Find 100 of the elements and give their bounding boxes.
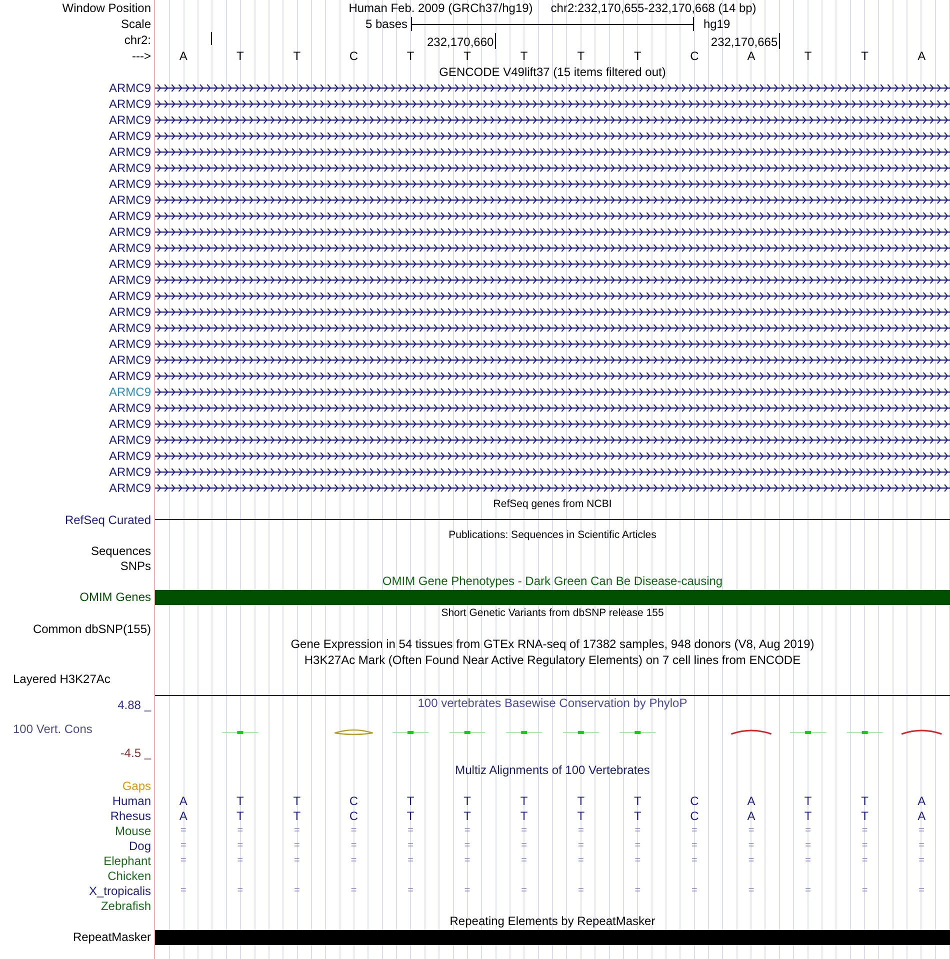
alignment-base: T — [861, 808, 868, 822]
alignment-base: = — [805, 854, 811, 868]
gene-label[interactable]: ARMC9 — [108, 385, 151, 399]
gene-label[interactable]: ARMC9 — [108, 209, 151, 223]
gene-label[interactable]: ARMC9 — [108, 193, 151, 207]
alignment-base: = — [350, 838, 357, 852]
gene-label[interactable]: ARMC9 — [108, 177, 151, 191]
base-letter: A — [179, 49, 188, 63]
alignment-base: T — [577, 808, 585, 822]
base-letter: T — [293, 49, 301, 63]
row-label: Scale — [120, 17, 151, 31]
alignment-base: T — [406, 808, 414, 822]
species-label[interactable]: Elephant — [104, 854, 151, 868]
gene-label[interactable]: ARMC9 — [108, 81, 151, 95]
alignment-base: = — [408, 824, 414, 838]
gene-label[interactable]: ARMC9 — [108, 161, 151, 175]
species-label[interactable]: X_tropicalis — [88, 884, 151, 898]
alignment-base: = — [521, 838, 528, 852]
gene-label[interactable]: ARMC9 — [108, 417, 151, 431]
alignment-base: = — [578, 854, 584, 868]
alignment-base: = — [464, 824, 470, 838]
track-title: Short Genetic Variants from dbSNP release 155 — [441, 606, 664, 620]
track-label[interactable]: Sequences — [90, 544, 151, 558]
alignment-base: A — [747, 794, 756, 808]
alignment-base: = — [237, 824, 244, 838]
species-label[interactable]: Chicken — [108, 868, 151, 882]
species-label[interactable]: Zebrafish — [100, 898, 151, 912]
alignment-base: A — [179, 808, 188, 822]
alignment-base: = — [464, 838, 470, 852]
alignment-base: T — [861, 794, 868, 808]
species-label[interactable]: Human — [112, 794, 151, 808]
alignment-base: = — [918, 854, 925, 868]
alignment-base: = — [408, 854, 414, 868]
track-label[interactable]: OMIM Genes — [80, 590, 151, 604]
gene-label[interactable]: ARMC9 — [108, 305, 151, 319]
species-label[interactable]: Mouse — [114, 824, 151, 838]
base-letter: A — [918, 49, 926, 63]
gene-label[interactable]: ARMC9 — [108, 481, 151, 495]
gene-label[interactable]: ARMC9 — [108, 353, 151, 367]
alignment-base: = — [634, 838, 641, 852]
alignment-base: = — [805, 838, 811, 852]
gene-label[interactable]: ARMC9 — [108, 113, 151, 127]
gene-label[interactable]: ARMC9 — [108, 433, 151, 447]
alignment-base: T — [577, 794, 585, 808]
alignment-base: T — [236, 808, 244, 822]
track-label[interactable]: Common dbSNP(155) — [32, 622, 151, 636]
tick-mark — [210, 32, 212, 45]
gene-label[interactable]: ARMC9 — [108, 337, 151, 351]
track-title: Publications: Sequences in Scientific Articles — [448, 528, 656, 542]
position-tick: 232,170,660 — [426, 33, 496, 49]
position-tick: 232,170,665 — [710, 33, 780, 49]
alignment-base: A — [918, 808, 926, 822]
track-label[interactable]: Layered H3K27Ac — [13, 672, 110, 686]
alignment-base: = — [805, 884, 811, 898]
alignment-base: A — [747, 808, 756, 822]
alignment-base: = — [180, 838, 186, 852]
gene-label[interactable]: ARMC9 — [108, 145, 151, 159]
alignment-base: C — [690, 808, 699, 822]
alignment-base: = — [748, 854, 754, 868]
track-label[interactable]: RefSeq Curated — [64, 512, 151, 526]
alignment-base: = — [692, 854, 698, 868]
species-label[interactable]: Rhesus — [110, 808, 151, 822]
gene-label[interactable]: ARMC9 — [108, 129, 151, 143]
alignment-base: = — [464, 884, 470, 898]
gene-label[interactable]: ARMC9 — [108, 321, 151, 335]
gene-label[interactable]: ARMC9 — [108, 289, 151, 303]
gene-label[interactable]: ARMC9 — [108, 97, 151, 111]
gene-label[interactable]: ARMC9 — [108, 401, 151, 415]
alignment-base: = — [692, 824, 698, 838]
alignment-base: A — [179, 794, 188, 808]
alignment-base: C — [349, 808, 358, 822]
alignment-base: T — [293, 808, 301, 822]
alignment-base: T — [520, 808, 528, 822]
track-label[interactable]: 100 Vert. Cons — [0, 722, 92, 736]
alignment-base: = — [918, 884, 925, 898]
alignment-base: = — [578, 824, 584, 838]
alignment-base: T — [464, 808, 471, 822]
gene-label[interactable]: ARMC9 — [108, 273, 151, 287]
gene-label[interactable]: ARMC9 — [108, 449, 151, 463]
track-label[interactable]: RepeatMasker — [72, 930, 151, 944]
alignment-base: = — [748, 824, 754, 838]
alignment-base: = — [294, 824, 300, 838]
alignment-base: = — [862, 884, 868, 898]
gene-label[interactable]: ARMC9 — [108, 241, 151, 255]
gene-label[interactable]: ARMC9 — [108, 257, 151, 271]
base-letter: T — [520, 49, 528, 63]
alignment-base: T — [804, 808, 812, 822]
base-letter: T — [464, 49, 471, 63]
track-title: OMIM Gene Phenotypes - Dark Green Can Be Disease-causing — [382, 574, 723, 588]
gene-label[interactable]: ARMC9 — [108, 465, 151, 479]
species-label[interactable]: Dog — [128, 838, 151, 852]
track-label[interactable]: SNPs — [120, 558, 151, 572]
track-title: H3K27Ac Mark (Often Found Near Active Regulatory Elements) on 7 cell lines from ENCODE — [304, 653, 801, 667]
alignment-base: = — [634, 854, 641, 868]
axis-min-label: -4.5 _ — [120, 746, 151, 760]
gene-label[interactable]: ARMC9 — [108, 369, 151, 383]
gene-label[interactable]: ARMC9 — [108, 225, 151, 239]
alignment-base: = — [237, 854, 244, 868]
base-letter: T — [861, 49, 868, 63]
alignment-base: T — [293, 794, 301, 808]
